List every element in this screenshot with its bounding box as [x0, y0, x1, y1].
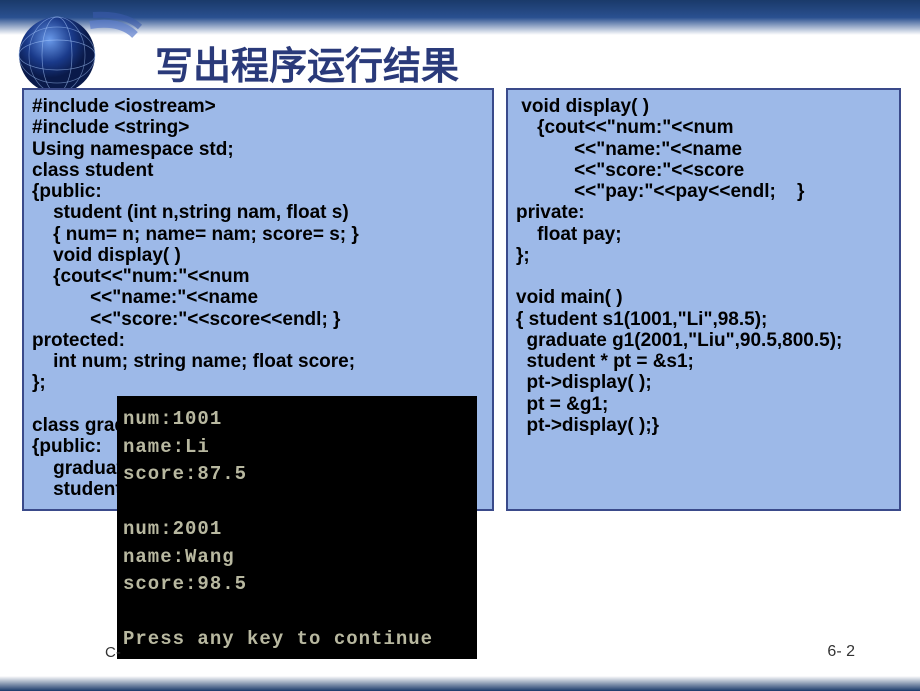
slide-title: 写出程序运行结果 [155, 35, 459, 90]
footer-right: 6- 2 [827, 643, 855, 661]
globe-icon [5, 5, 145, 95]
bottom-banner [0, 676, 920, 691]
console-output: num:1001 name:Li score:87.5 num:2001 nam… [117, 396, 477, 659]
footer-left: C- [105, 644, 121, 661]
code-panel-right: void display( ) {cout<<"num:"<<num <<"na… [506, 88, 901, 511]
